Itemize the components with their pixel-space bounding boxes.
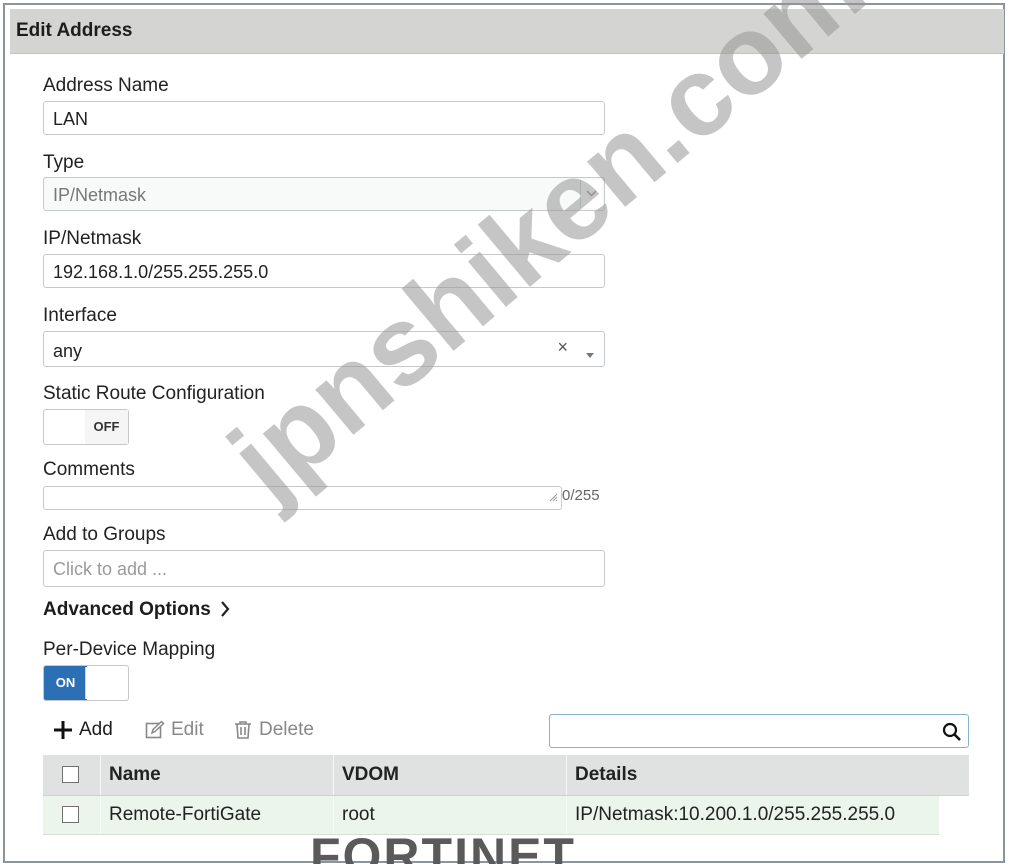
comments-textarea[interactable]	[43, 486, 562, 510]
address-name-input[interactable]: LAN	[43, 101, 605, 135]
add-to-groups-input[interactable]: Click to add ...	[43, 550, 605, 587]
toggle-knob	[85, 667, 127, 699]
address-name-label: Address Name	[43, 75, 169, 96]
column-header-vdom[interactable]: VDOM	[333, 755, 566, 795]
trash-icon	[235, 721, 251, 739]
ip-netmask-input[interactable]: 192.168.1.0/255.255.255.0	[43, 254, 605, 288]
search-icon[interactable]	[942, 722, 962, 742]
caret-down-icon[interactable]	[586, 345, 594, 363]
plus-icon	[54, 721, 72, 739]
delete-button[interactable]: Delete	[233, 719, 314, 741]
table-header: Name VDOM Details	[43, 755, 969, 796]
add-button[interactable]: Add	[53, 719, 113, 741]
column-header-name[interactable]: Name	[100, 755, 333, 795]
fortinet-logo: FORTINET	[310, 828, 576, 864]
row-select-cell	[43, 796, 100, 834]
chevron-down-icon[interactable]	[580, 180, 602, 208]
advanced-options-toggle[interactable]: Advanced Options	[43, 599, 230, 621]
interface-label: Interface	[43, 305, 117, 326]
add-to-groups-label: Add to Groups	[43, 524, 166, 545]
comments-counter: 0/255	[562, 487, 600, 504]
dialog-title: Edit Address	[16, 20, 133, 41]
add-label: Add	[79, 719, 113, 740]
ip-netmask-label: IP/Netmask	[43, 228, 142, 249]
static-route-toggle[interactable]: OFF	[43, 409, 129, 445]
select-all-checkbox[interactable]	[62, 766, 79, 783]
clear-icon[interactable]: ×	[557, 337, 568, 358]
resize-handle-icon[interactable]	[549, 489, 558, 507]
interface-value: any	[53, 341, 83, 361]
toggle-state: ON	[44, 666, 87, 700]
mapping-table: Name VDOM Details Remote-FortiGate root …	[43, 755, 969, 835]
delete-label: Delete	[259, 719, 314, 740]
edit-button[interactable]: Edit	[145, 719, 204, 741]
row-checkbox[interactable]	[62, 806, 79, 823]
dialog-header: Edit Address	[10, 9, 1004, 54]
search-input[interactable]	[549, 714, 969, 748]
comments-label: Comments	[43, 459, 135, 480]
interface-select[interactable]: any ×	[43, 331, 605, 367]
type-select[interactable]: IP/Netmask	[43, 177, 605, 211]
address-name-value: LAN	[53, 109, 89, 129]
toggle-state: OFF	[85, 410, 128, 444]
edit-icon	[145, 720, 165, 739]
ip-netmask-value: 192.168.1.0/255.255.255.0	[53, 262, 269, 282]
advanced-options-label: Advanced Options	[43, 599, 211, 620]
type-label: Type	[43, 152, 85, 173]
select-all-cell	[43, 755, 100, 795]
static-route-label: Static Route Configuration	[43, 383, 265, 404]
type-value: IP/Netmask	[53, 185, 147, 205]
toggle-knob	[45, 411, 87, 443]
edit-label: Edit	[171, 719, 204, 740]
row-name: Remote-FortiGate	[100, 796, 333, 834]
add-to-groups-placeholder: Click to add ...	[53, 559, 168, 579]
per-device-mapping-label: Per-Device Mapping	[43, 639, 216, 660]
column-header-details[interactable]: Details	[566, 755, 939, 795]
per-device-mapping-toggle[interactable]: ON	[43, 665, 129, 701]
row-details: IP/Netmask:10.200.1.0/255.255.255.0	[566, 796, 939, 834]
chevron-right-icon	[221, 601, 230, 617]
